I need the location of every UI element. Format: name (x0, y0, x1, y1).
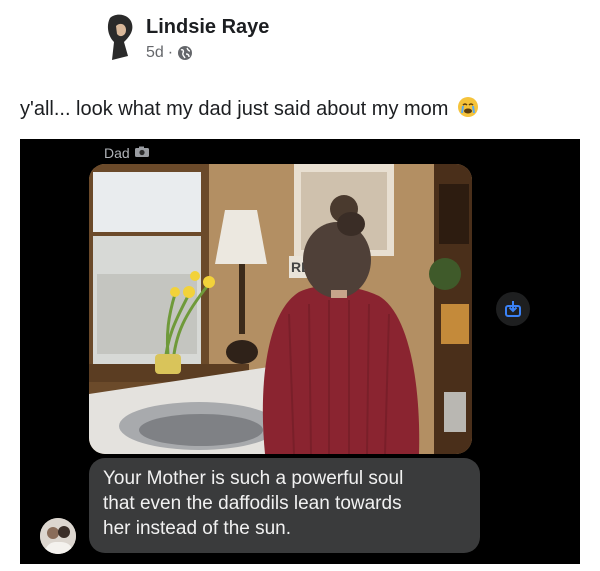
message-line: her instead of the sun. (103, 518, 292, 539)
share-icon[interactable] (496, 292, 530, 326)
post-time[interactable]: 5d (146, 44, 164, 62)
author-avatar[interactable] (106, 12, 136, 62)
meta-separator: · (167, 44, 174, 61)
sender-avatar[interactable] (40, 518, 76, 554)
caption-text: y'all... look what my dad just said abou… (20, 98, 449, 120)
message-bubble[interactable]: Your Mother is such a powerful soul that… (89, 458, 480, 553)
shared-photo[interactable]: RE (89, 164, 472, 454)
photo-woman-at-sink: RE (89, 164, 472, 454)
sender-label: Dad (104, 145, 150, 161)
sender-name: Dad (104, 145, 130, 161)
crying-face-emoji (457, 96, 479, 124)
message-line: Your Mother is such a powerful soul (103, 468, 404, 489)
author-name[interactable]: Lindsie Raye (146, 16, 269, 39)
post-meta: 5d · (146, 44, 193, 62)
message-screenshot: Dad RE Your Mother is such a powerful so… (20, 139, 580, 564)
camera-badge-icon (134, 145, 150, 161)
post-caption: y'all... look what my dad just said abou… (20, 96, 479, 124)
globe-icon (177, 45, 193, 61)
message-line: that even the daffodils lean towards (103, 493, 402, 514)
